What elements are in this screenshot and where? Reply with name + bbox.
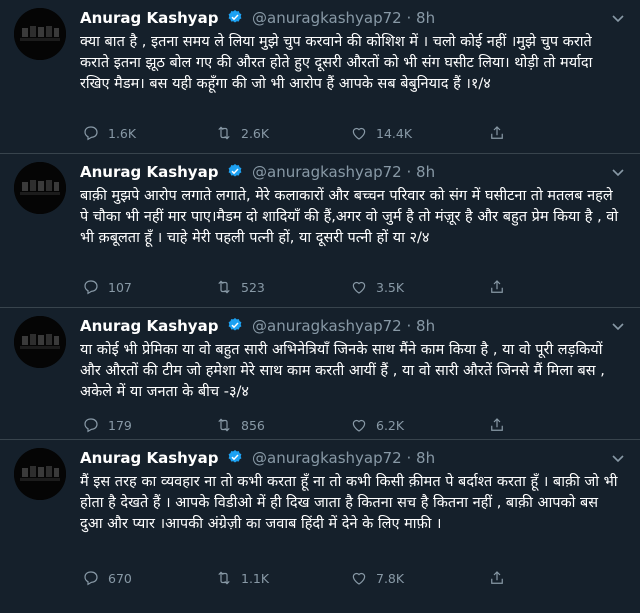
share-button[interactable] xyxy=(488,416,514,436)
heart-icon xyxy=(352,419,366,432)
avatar[interactable] xyxy=(14,448,66,500)
separator: · xyxy=(406,163,412,181)
separator: · xyxy=(406,317,412,335)
reply-icon xyxy=(84,280,98,295)
retweet-icon xyxy=(218,280,230,294)
timestamp[interactable]: 8h xyxy=(416,449,435,467)
tweet-header: Anurag Kashyap @anuragkashyap72 · 8h xyxy=(80,446,435,470)
avatar-image xyxy=(14,162,66,214)
timestamp[interactable]: 8h xyxy=(416,9,435,27)
avatar-image xyxy=(14,8,66,60)
author-handle[interactable]: @anuragkashyap72 xyxy=(252,163,402,181)
retweet-button[interactable]: 856 xyxy=(215,416,265,436)
like-button[interactable]: 3.5K xyxy=(350,278,404,298)
avatar[interactable] xyxy=(14,316,66,368)
like-count: 14.4K xyxy=(376,126,413,141)
chevron-down-icon[interactable] xyxy=(610,318,626,334)
tweet-3[interactable]: Anurag Kashyap @anuragkashyap72 · 8h या … xyxy=(0,308,640,440)
reply-button[interactable]: 670 xyxy=(82,569,132,589)
avatar[interactable] xyxy=(14,8,66,60)
retweet-button[interactable]: 1.1K xyxy=(215,569,269,589)
timestamp[interactable]: 8h xyxy=(416,163,435,181)
author-name[interactable]: Anurag Kashyap xyxy=(80,317,218,335)
retweet-count: 1.1K xyxy=(241,571,270,586)
chevron-down-icon[interactable] xyxy=(610,164,626,180)
tweet-header: Anurag Kashyap @anuragkashyap72 · 8h xyxy=(80,6,435,30)
share-button[interactable] xyxy=(488,124,514,144)
share-icon xyxy=(491,280,503,293)
reply-button[interactable]: 1.6K xyxy=(82,124,136,144)
retweet-count: 856 xyxy=(241,418,265,433)
reply-count: 107 xyxy=(108,280,132,295)
reply-count: 670 xyxy=(108,571,132,586)
like-button[interactable]: 14.4K xyxy=(350,124,412,144)
separator: · xyxy=(406,449,412,467)
like-count: 6.2K xyxy=(376,418,405,433)
avatar-image xyxy=(14,316,66,368)
tweet-actions: 670 1.1K 7.8K xyxy=(80,569,600,589)
share-icon xyxy=(491,126,503,139)
reply-count: 179 xyxy=(108,418,132,433)
verified-icon xyxy=(228,450,242,463)
author-name[interactable]: Anurag Kashyap xyxy=(80,163,218,181)
verified-icon xyxy=(228,318,242,331)
verified-icon xyxy=(228,10,242,23)
retweet-icon xyxy=(218,418,230,432)
retweet-count: 523 xyxy=(241,280,265,295)
retweet-count: 2.6K xyxy=(241,126,270,141)
author-name[interactable]: Anurag Kashyap xyxy=(80,9,218,27)
like-button[interactable]: 6.2K xyxy=(350,416,404,436)
tweet-text: मैं इस तरह का व्यवहार ना तो कभी करता हूँ… xyxy=(80,474,618,532)
tweet-2[interactable]: Anurag Kashyap @anuragkashyap72 · 8h बाक… xyxy=(0,154,640,308)
share-icon xyxy=(491,418,503,431)
retweet-button[interactable]: 523 xyxy=(215,278,265,298)
retweet-icon xyxy=(218,571,230,585)
reply-icon xyxy=(84,126,98,141)
heart-icon xyxy=(352,127,366,140)
tweet-text: क्या बात है , इतना समय ले लिया मुझे चुप … xyxy=(80,34,593,92)
timestamp[interactable]: 8h xyxy=(416,317,435,335)
tweet-text: या कोई भी प्रेमिका या वो बहुत सारी अभिने… xyxy=(80,342,605,400)
retweet-button[interactable]: 2.6K xyxy=(215,124,269,144)
chevron-down-icon[interactable] xyxy=(610,450,626,466)
like-count: 7.8K xyxy=(376,571,405,586)
avatar-image xyxy=(14,448,66,500)
reply-count: 1.6K xyxy=(108,126,137,141)
tweet-actions: 1.6K 2.6K 14.4K xyxy=(80,124,600,144)
share-button[interactable] xyxy=(488,278,514,298)
heart-icon xyxy=(352,572,366,585)
heart-icon xyxy=(352,281,366,294)
tweet-header: Anurag Kashyap @anuragkashyap72 · 8h xyxy=(80,160,435,184)
separator: · xyxy=(406,9,412,27)
tweet-header: Anurag Kashyap @anuragkashyap72 · 8h xyxy=(80,314,435,338)
verified-icon xyxy=(228,164,242,177)
reply-button[interactable]: 179 xyxy=(82,416,132,436)
tweet-actions: 179 856 6.2K xyxy=(80,416,600,436)
tweet-thread: Anurag Kashyap @anuragkashyap72 · 8h क्य… xyxy=(0,0,640,613)
share-icon xyxy=(491,571,503,584)
author-name[interactable]: Anurag Kashyap xyxy=(80,449,218,467)
retweet-icon xyxy=(218,126,230,140)
avatar[interactable] xyxy=(14,162,66,214)
tweet-1[interactable]: Anurag Kashyap @anuragkashyap72 · 8h क्य… xyxy=(0,0,640,154)
author-handle[interactable]: @anuragkashyap72 xyxy=(252,449,402,467)
author-handle[interactable]: @anuragkashyap72 xyxy=(252,317,402,335)
reply-icon xyxy=(84,571,98,586)
tweet-text: बाक़ी मुझपे आरोप लगाते लगाते, मेरे कलाका… xyxy=(80,188,619,246)
tweet-actions: 107 523 3.5K xyxy=(80,278,600,298)
reply-icon xyxy=(84,418,98,433)
reply-button[interactable]: 107 xyxy=(82,278,132,298)
like-count: 3.5K xyxy=(376,280,405,295)
like-button[interactable]: 7.8K xyxy=(350,569,404,589)
share-button[interactable] xyxy=(488,569,514,589)
tweet-4[interactable]: Anurag Kashyap @anuragkashyap72 · 8h मैं… xyxy=(0,440,640,613)
author-handle[interactable]: @anuragkashyap72 xyxy=(252,9,402,27)
chevron-down-icon[interactable] xyxy=(610,10,626,26)
